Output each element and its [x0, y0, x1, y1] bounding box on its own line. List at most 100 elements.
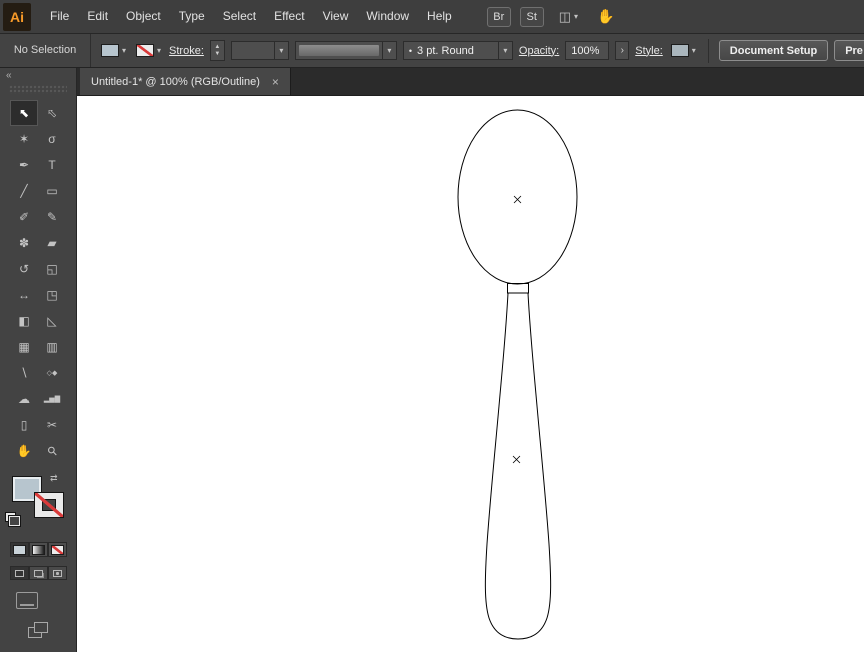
menu-type[interactable]: Type [170, 0, 214, 34]
default-fill-stroke-icon[interactable] [5, 512, 21, 527]
rotate-icon: ↺ [18, 262, 30, 276]
direct-selection-icon: ⬁ [46, 106, 58, 120]
touch-workspace-icon[interactable]: ✋ [597, 8, 614, 25]
opacity-panel-button[interactable]: › [615, 41, 630, 60]
color-button[interactable] [10, 542, 29, 557]
magic-wand-tool[interactable]: ✶ [10, 126, 38, 152]
symbol-sprayer-icon: ☁ [18, 392, 30, 406]
menu-window[interactable]: Window [357, 0, 418, 34]
pencil-icon: ✎ [46, 210, 58, 224]
screen-mode-button[interactable] [16, 592, 38, 609]
swap-fill-stroke-icon[interactable]: ⇄ [50, 473, 58, 484]
chevron-down-icon: ▾ [503, 45, 508, 55]
bridge-button[interactable]: Br [486, 6, 511, 27]
lasso-tool[interactable]: σ [38, 126, 66, 152]
step-down-icon: ▼ [214, 51, 221, 57]
scale-tool[interactable]: ◱ [38, 256, 66, 282]
fill-swatch-icon [101, 44, 119, 57]
width-icon: ↔ [18, 288, 30, 302]
divider [707, 38, 709, 63]
opacity-field[interactable]: 100% [565, 41, 610, 60]
slice-tool[interactable]: ✂ [38, 412, 66, 438]
panel-grip[interactable] [9, 85, 67, 94]
menu-select[interactable]: Select [214, 0, 265, 34]
spoon-handle-path[interactable] [484, 292, 552, 640]
stroke-color-swatch[interactable] [34, 492, 64, 518]
style-link[interactable]: Style: [635, 45, 663, 57]
control-bar: No Selection ▾ ▾ Stroke: ▲ ▼ ▾ ▾ • 3 pt.… [0, 34, 864, 68]
paintbrush-icon: ✐ [18, 210, 30, 224]
mesh-tool[interactable]: ▦ [10, 334, 38, 360]
blob-brush-tool[interactable]: ✽ [10, 230, 38, 256]
draw-behind-button[interactable] [29, 566, 48, 580]
panel-collapse-button[interactable]: « [0, 68, 76, 83]
pen-tool[interactable]: ✒ [10, 152, 38, 178]
spoon-neck-path[interactable] [507, 283, 529, 294]
draw-behind-icon [34, 569, 43, 577]
selection-tool[interactable]: ⬉ [10, 100, 38, 126]
line-segment-tool[interactable]: ╱ [10, 178, 38, 204]
workspace-switcher[interactable]: ◫ ▾ [559, 9, 578, 25]
draw-normal-button[interactable] [10, 566, 29, 580]
pen-icon: ✒ [18, 158, 30, 172]
gradient-tool[interactable]: ▥ [38, 334, 66, 360]
fill-color-dropdown[interactable]: ▾ [99, 44, 128, 57]
stroke-width-stepper[interactable]: ▲ ▼ [209, 40, 225, 61]
stroke-color-dropdown[interactable]: ▾ [134, 44, 163, 57]
shape-builder-tool[interactable]: ◧ [10, 308, 38, 334]
brush-definition-dropdown[interactable]: ▾ [294, 41, 397, 60]
artboard-canvas[interactable] [77, 96, 864, 652]
magic-wand-icon: ✶ [18, 132, 30, 146]
column-graph-tool[interactable]: ▂▅▇ [38, 386, 66, 412]
symbol-sprayer-tool[interactable]: ☁ [10, 386, 38, 412]
rectangle-tool[interactable]: ▭ [38, 178, 66, 204]
hand-tool[interactable]: ✋ [10, 438, 38, 464]
menu-effect[interactable]: Effect [265, 0, 313, 34]
draw-inside-icon [53, 569, 62, 577]
lasso-icon: σ [48, 132, 56, 146]
preferences-button[interactable]: Pre [834, 40, 864, 61]
style-dropdown[interactable]: ▾ [669, 44, 698, 57]
perspective-grid-tool[interactable]: ◺ [38, 308, 66, 334]
brush-dropdown[interactable]: • 3 pt. Round ▾ [402, 41, 513, 60]
gradient-icon: ▥ [46, 340, 58, 354]
rectangle-icon: ▭ [46, 184, 58, 198]
type-icon: T [48, 158, 56, 172]
draw-inside-button[interactable] [48, 566, 67, 580]
eraser-tool[interactable]: ▰ [38, 230, 66, 256]
slice-icon: ✂ [46, 418, 58, 432]
stroke-width-dropdown[interactable]: ▾ [230, 41, 289, 60]
rotate-tool[interactable]: ↺ [10, 256, 38, 282]
close-icon[interactable]: × [272, 76, 279, 88]
spoon-bowl-path[interactable] [457, 109, 578, 285]
menu-help[interactable]: Help [418, 0, 461, 34]
type-tool[interactable]: T [38, 152, 66, 178]
zoom-tool[interactable]: ⚲ [38, 438, 66, 464]
pencil-tool[interactable]: ✎ [38, 204, 66, 230]
direct-selection-tool[interactable]: ⬁ [38, 100, 66, 126]
draw-normal-icon [15, 569, 24, 577]
document-setup-button[interactable]: Document Setup [718, 40, 829, 61]
shape-builder-icon: ◧ [18, 314, 30, 328]
stock-button[interactable]: St [519, 6, 544, 27]
width-tool[interactable]: ↔ [10, 282, 38, 308]
paintbrush-tool[interactable]: ✐ [10, 204, 38, 230]
stroke-panel-link[interactable]: Stroke: [169, 45, 204, 57]
style-swatch-icon [670, 44, 689, 57]
gradient-button[interactable] [29, 542, 48, 557]
menu-view[interactable]: View [314, 0, 358, 34]
chevron-down-icon: ▾ [691, 45, 696, 55]
menu-edit[interactable]: Edit [78, 0, 117, 34]
opacity-link[interactable]: Opacity: [519, 45, 559, 57]
menu-object[interactable]: Object [117, 0, 170, 34]
artboard-tool[interactable]: ▯ [10, 412, 38, 438]
eyedropper-tool[interactable]: ∖ [10, 360, 38, 386]
blend-icon: ◇◆ [46, 370, 58, 377]
free-transform-tool[interactable]: ◳ [38, 282, 66, 308]
blend-tool[interactable]: ◇◆ [38, 360, 66, 386]
document-tab[interactable]: Untitled-1* @ 100% (RGB/Outline) × [80, 68, 291, 95]
none-button[interactable] [48, 542, 67, 557]
line-segment-icon: ╱ [20, 184, 28, 198]
menu-file[interactable]: File [41, 0, 78, 34]
overlapping-windows-icon[interactable] [28, 622, 48, 638]
